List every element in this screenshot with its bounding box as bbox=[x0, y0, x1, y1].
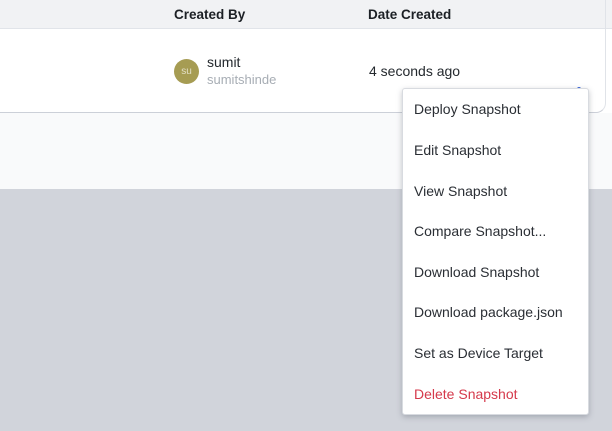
snapshot-actions-menu: Deploy Snapshot Edit Snapshot View Snaps… bbox=[402, 88, 589, 415]
created-by-cell: su sumit sumitshinde bbox=[174, 29, 276, 113]
menu-item[interactable]: Deploy Snapshot bbox=[403, 89, 588, 130]
menu-item[interactable]: Download package.json bbox=[403, 292, 588, 333]
snapshots-page: Created By Date Created su sumit sumitsh… bbox=[0, 0, 612, 431]
menu-item-label: View Snapshot bbox=[414, 182, 508, 199]
menu-item[interactable]: View Snapshot bbox=[403, 170, 588, 211]
user-names: sumit sumitshinde bbox=[207, 54, 276, 87]
menu-item-label: Download package.json bbox=[414, 304, 563, 321]
user-name: sumit bbox=[207, 54, 241, 71]
menu-item-label: Download Snapshot bbox=[414, 263, 540, 280]
menu-item[interactable]: Download Snapshot bbox=[403, 252, 588, 293]
menu-item[interactable]: Edit Snapshot bbox=[403, 130, 588, 171]
table-header: Created By Date Created bbox=[0, 0, 606, 29]
avatar: su bbox=[174, 58, 199, 84]
menu-item[interactable]: Compare Snapshot... bbox=[403, 211, 588, 252]
menu-item-label: Compare Snapshot... bbox=[414, 223, 547, 240]
menu-item-label: Delete Snapshot bbox=[414, 385, 518, 402]
user-username: sumitshinde bbox=[207, 72, 277, 88]
column-header-created-by: Created By bbox=[174, 7, 246, 22]
column-header-date-created: Date Created bbox=[368, 7, 452, 22]
menu-item-label: Edit Snapshot bbox=[414, 141, 502, 158]
menu-item-label: Deploy Snapshot bbox=[414, 101, 521, 118]
menu-item[interactable]: Set as Device Target bbox=[403, 333, 588, 374]
menu-item-label: Set as Device Target bbox=[414, 345, 543, 362]
menu-item[interactable]: Delete Snapshot bbox=[403, 373, 588, 414]
